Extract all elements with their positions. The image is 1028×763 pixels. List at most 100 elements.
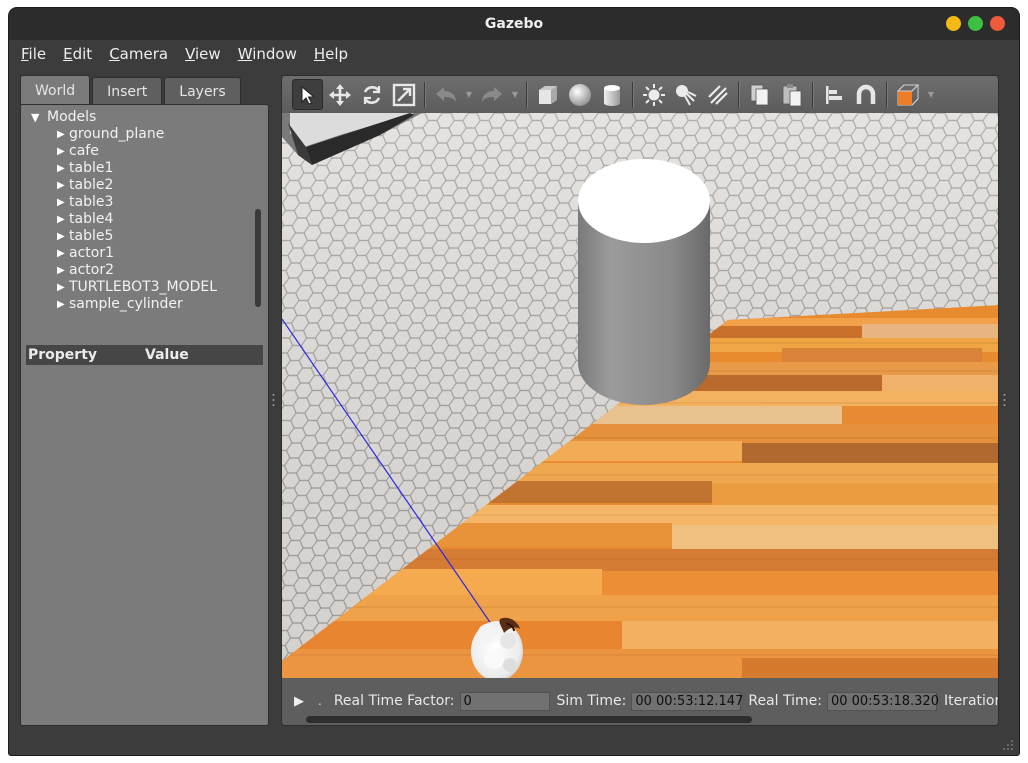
directional-light-icon[interactable] bbox=[702, 79, 733, 110]
menu-help[interactable]: Help bbox=[314, 45, 348, 63]
scene-viewport[interactable] bbox=[282, 113, 999, 678]
sim-time-label: Sim Time: bbox=[556, 693, 627, 709]
tree-item-label: actor2 bbox=[69, 262, 114, 278]
status-bar: ▶ . Real Time Factor: 0 Sim Time: 00 00:… bbox=[282, 678, 998, 725]
toolbar-separator bbox=[424, 81, 426, 108]
tree-node-models[interactable]: ▼ Models bbox=[27, 109, 252, 126]
undo-dropdown-icon[interactable]: ▼ bbox=[462, 90, 476, 99]
tab-insert[interactable]: Insert bbox=[92, 77, 163, 105]
point-light-icon[interactable] bbox=[638, 79, 669, 110]
real-time-factor-label: Real Time Factor: bbox=[333, 693, 455, 709]
splitter-handle[interactable] bbox=[272, 393, 275, 407]
box-icon[interactable] bbox=[532, 79, 563, 110]
menu-file[interactable]: File bbox=[21, 45, 46, 63]
tree-item-ground-plane[interactable]: ▶ ground_plane bbox=[27, 126, 252, 143]
translate-icon[interactable] bbox=[324, 79, 355, 110]
tree-item-cafe[interactable]: ▶ cafe bbox=[27, 143, 252, 160]
sim-time-field: 00 00:53:12.147 bbox=[631, 691, 743, 711]
expand-right-icon[interactable]: ▶ bbox=[57, 228, 65, 245]
expand-right-icon[interactable]: ▶ bbox=[57, 296, 65, 313]
resize-grip-icon[interactable] bbox=[1002, 739, 1014, 751]
expand-right-icon[interactable]: ▶ bbox=[57, 194, 65, 211]
expand-right-icon[interactable]: ▶ bbox=[57, 262, 65, 279]
scale-icon[interactable] bbox=[388, 79, 419, 110]
toolbar-separator bbox=[632, 81, 634, 108]
select-arrow-icon[interactable] bbox=[292, 79, 323, 110]
copy-icon[interactable] bbox=[744, 79, 775, 110]
close-button[interactable] bbox=[990, 16, 1005, 31]
rotate-icon[interactable] bbox=[356, 79, 387, 110]
tree-item-turtlebot3-model[interactable]: ▶ TURTLEBOT3_MODEL bbox=[27, 279, 252, 296]
expand-right-icon[interactable]: ▶ bbox=[57, 279, 65, 296]
toolbar-separator bbox=[886, 81, 888, 108]
tree-item-sample-cylinder[interactable]: ▶ sample_cylinder bbox=[27, 296, 252, 313]
toolbar-separator bbox=[526, 81, 528, 108]
scene-render[interactable] bbox=[282, 113, 999, 678]
time-panel: ▶ . Real Time Factor: 0 Sim Time: 00 00:… bbox=[294, 690, 998, 712]
menu-camera[interactable]: Camera bbox=[109, 45, 168, 63]
sphere-icon[interactable] bbox=[564, 79, 595, 110]
gazebo-window: Gazebo File Edit Camera View Window Help… bbox=[9, 8, 1019, 755]
tree-item-table2[interactable]: ▶ table2 bbox=[27, 177, 252, 194]
view-angle-dropdown-icon[interactable]: ▼ bbox=[924, 90, 938, 99]
minimize-button[interactable] bbox=[946, 16, 961, 31]
tree-item-label: ground_plane bbox=[69, 126, 165, 142]
left-panel: World Insert Layers ▼ Models ▶ ground_pla… bbox=[20, 75, 269, 726]
tab-world[interactable]: World bbox=[20, 75, 91, 105]
maximize-button[interactable] bbox=[968, 16, 983, 31]
toolbar-separator bbox=[812, 81, 814, 108]
tree-item-label: actor1 bbox=[69, 245, 114, 261]
align-icon[interactable] bbox=[818, 79, 849, 110]
tree-item-label: table5 bbox=[69, 228, 114, 244]
property-table-header: Property Value bbox=[26, 345, 263, 365]
property-column-header: Property bbox=[28, 347, 98, 363]
real-time-field: 00 00:53:18.320 bbox=[826, 691, 939, 711]
tree-item-table3[interactable]: ▶ table3 bbox=[27, 194, 252, 211]
status-separator: . bbox=[318, 694, 322, 708]
panel-tabs: World Insert Layers bbox=[20, 75, 243, 105]
menu-view[interactable]: View bbox=[185, 45, 221, 63]
spot-light-icon[interactable] bbox=[670, 79, 701, 110]
splitter-handle-right[interactable] bbox=[1003, 393, 1006, 407]
real-time-label: Real Time: bbox=[748, 693, 822, 709]
tab-layers[interactable]: Layers bbox=[164, 77, 241, 105]
tree-item-label: cafe bbox=[69, 143, 99, 159]
tree-item-table1[interactable]: ▶ table1 bbox=[27, 160, 252, 177]
redo-icon[interactable] bbox=[476, 79, 507, 110]
expand-down-icon[interactable]: ▼ bbox=[31, 109, 39, 126]
undo-icon[interactable] bbox=[430, 79, 461, 110]
tree-item-label: table1 bbox=[69, 160, 114, 176]
expand-right-icon[interactable]: ▶ bbox=[57, 143, 65, 160]
tree-item-label: table3 bbox=[69, 194, 114, 210]
tree-item-actor2[interactable]: ▶ actor2 bbox=[27, 262, 252, 279]
window-title: Gazebo bbox=[484, 16, 544, 32]
sample-cylinder-model[interactable] bbox=[578, 159, 710, 405]
play-icon[interactable]: ▶ bbox=[294, 694, 304, 709]
status-scrollbar[interactable] bbox=[306, 716, 752, 723]
menu-edit[interactable]: Edit bbox=[63, 45, 92, 63]
tree-item-actor1[interactable]: ▶ actor1 bbox=[27, 245, 252, 262]
expand-right-icon[interactable]: ▶ bbox=[57, 177, 65, 194]
menu-window[interactable]: Window bbox=[238, 45, 297, 63]
model-tree: ▼ Models ▶ ground_plane ▶ cafe ▶ table1 ▶ ta… bbox=[27, 109, 252, 319]
tree-node-label: Models bbox=[47, 109, 97, 125]
expand-right-icon[interactable]: ▶ bbox=[57, 211, 65, 228]
snap-icon[interactable] bbox=[850, 79, 881, 110]
tree-item-label: TURTLEBOT3_MODEL bbox=[69, 279, 218, 295]
expand-right-icon[interactable]: ▶ bbox=[57, 126, 65, 143]
tree-item-label: table4 bbox=[69, 211, 114, 227]
world-panel: ▼ Models ▶ ground_plane ▶ cafe ▶ table1 ▶ ta… bbox=[20, 104, 269, 726]
tree-item-table4[interactable]: ▶ table4 bbox=[27, 211, 252, 228]
redo-dropdown-icon[interactable]: ▼ bbox=[508, 90, 522, 99]
view-angle-icon[interactable] bbox=[892, 79, 923, 110]
cylinder-icon[interactable] bbox=[596, 79, 627, 110]
tree-item-label: table2 bbox=[69, 177, 114, 193]
title-bar[interactable]: Gazebo bbox=[9, 8, 1019, 40]
expand-right-icon[interactable]: ▶ bbox=[57, 245, 65, 262]
paste-icon[interactable] bbox=[776, 79, 807, 110]
real-time-factor-field: 0 bbox=[459, 691, 550, 711]
expand-right-icon[interactable]: ▶ bbox=[57, 160, 65, 177]
tree-scrollbar[interactable] bbox=[255, 209, 261, 307]
window-controls bbox=[946, 16, 1005, 31]
tree-item-table5[interactable]: ▶ table5 bbox=[27, 228, 252, 245]
